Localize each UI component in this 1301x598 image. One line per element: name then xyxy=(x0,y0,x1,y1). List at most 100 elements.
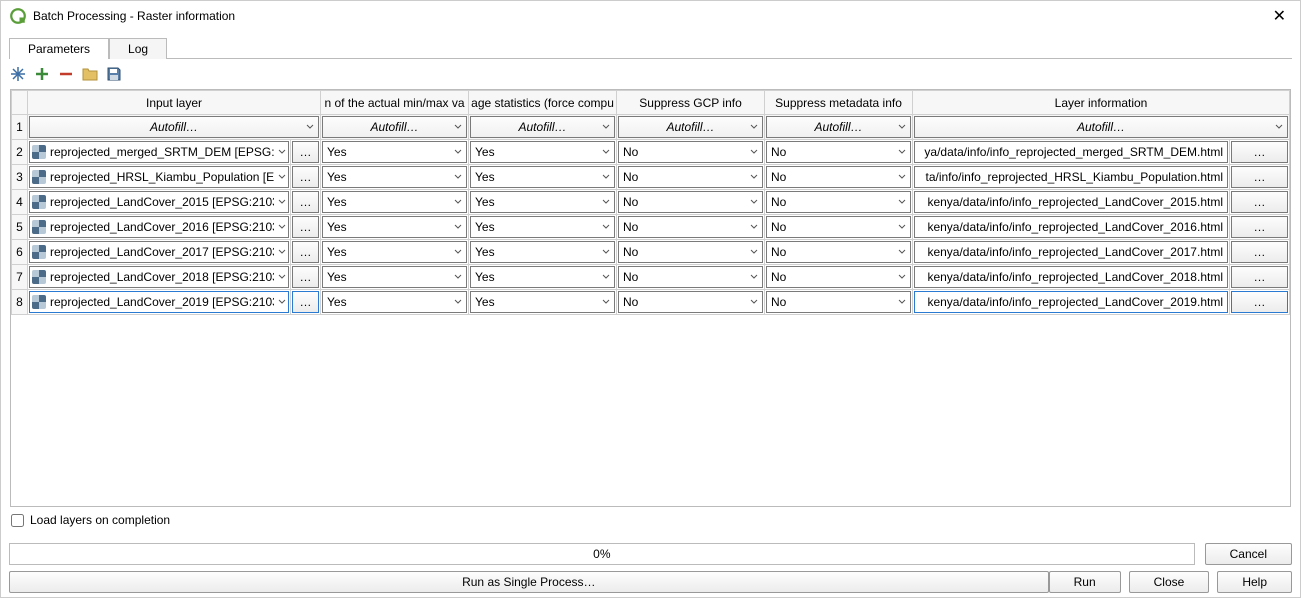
gcp-select[interactable]: No xyxy=(618,141,763,163)
input-layer-browse[interactable]: … xyxy=(292,241,319,263)
meta-select[interactable]: No xyxy=(766,291,911,313)
input-layer-text: reprojected_LandCover_2019 [EPSG:2103 xyxy=(50,295,274,309)
row-number: 6 xyxy=(12,240,28,265)
run-single-button[interactable]: Run as Single Process… xyxy=(9,571,1049,593)
autofill-minmax[interactable]: Autofill… xyxy=(322,116,467,138)
autofill-gcp[interactable]: Autofill… xyxy=(618,116,763,138)
autofill-input[interactable]: Autofill… xyxy=(29,116,319,138)
load-layers-checkbox[interactable] xyxy=(11,514,24,527)
input-layer-browse[interactable]: … xyxy=(292,166,319,188)
minmax-select[interactable]: Yes xyxy=(322,241,467,263)
minmax-select[interactable]: Yes xyxy=(322,291,467,313)
cancel-button[interactable]: Cancel xyxy=(1205,543,1292,565)
footer: 0% Cancel Run as Single Process… Run Clo… xyxy=(1,539,1300,597)
meta-select[interactable]: No xyxy=(766,241,911,263)
header-meta[interactable]: Suppress metadata info xyxy=(765,91,913,115)
open-file-icon[interactable] xyxy=(81,65,99,83)
input-layer-text: reprojected_HRSL_Kiambu_Population [E xyxy=(50,170,274,184)
header-input[interactable]: Input layer xyxy=(28,91,321,115)
tab-log[interactable]: Log xyxy=(109,38,167,59)
raster-layer-icon xyxy=(32,220,46,234)
stats-select[interactable]: Yes xyxy=(470,266,615,288)
meta-select[interactable]: No xyxy=(766,191,911,213)
input-layer-browse[interactable]: … xyxy=(292,141,319,163)
output-path-field[interactable]: kenya/data/info/info_reprojected_LandCov… xyxy=(914,291,1228,313)
minmax-select[interactable]: Yes xyxy=(322,191,467,213)
output-path-field[interactable]: kenya/data/info/info_reprojected_LandCov… xyxy=(914,241,1228,263)
input-layer-select[interactable]: reprojected_merged_SRTM_DEM [EPSG:2 xyxy=(29,141,289,163)
gcp-select[interactable]: No xyxy=(618,266,763,288)
toolbar xyxy=(9,63,1292,89)
stats-select[interactable]: Yes xyxy=(470,291,615,313)
header-minmax[interactable]: n of the actual min/max va xyxy=(321,91,469,115)
input-layer-text: reprojected_LandCover_2018 [EPSG:2103 xyxy=(50,270,274,284)
save-icon[interactable] xyxy=(105,65,123,83)
advanced-options-icon[interactable] xyxy=(9,65,27,83)
autofill-row: 1 Autofill… Autofill… Autofill… Autofill… xyxy=(12,115,1290,140)
output-path-field[interactable]: kenya/data/info/info_reprojected_LandCov… xyxy=(914,216,1228,238)
gcp-select[interactable]: No xyxy=(618,241,763,263)
output-path-browse[interactable]: … xyxy=(1231,191,1288,213)
header-gcp[interactable]: Suppress GCP info xyxy=(617,91,765,115)
minmax-select[interactable]: Yes xyxy=(322,266,467,288)
gcp-select[interactable]: No xyxy=(618,166,763,188)
output-path-browse[interactable]: … xyxy=(1231,266,1288,288)
stats-select[interactable]: Yes xyxy=(470,241,615,263)
output-path-browse[interactable]: … xyxy=(1231,291,1288,313)
autofill-info[interactable]: Autofill… xyxy=(914,116,1288,138)
tab-parameters[interactable]: Parameters xyxy=(9,38,109,59)
output-path-field[interactable]: ta/info/info_reprojected_HRSL_Kiambu_Pop… xyxy=(914,166,1228,188)
close-icon[interactable]: ✕ xyxy=(1267,6,1292,26)
row-number: 8 xyxy=(12,290,28,315)
minmax-select[interactable]: Yes xyxy=(322,166,467,188)
output-path-field[interactable]: kenya/data/info/info_reprojected_LandCov… xyxy=(914,266,1228,288)
input-layer-select[interactable]: reprojected_LandCover_2015 [EPSG:2103 xyxy=(29,191,289,213)
input-layer-browse[interactable]: … xyxy=(292,291,319,313)
raster-layer-icon xyxy=(32,295,46,309)
run-button[interactable]: Run xyxy=(1049,571,1121,593)
batch-table: Input layer n of the actual min/max va a… xyxy=(10,89,1291,507)
gcp-select[interactable]: No xyxy=(618,191,763,213)
stats-select[interactable]: Yes xyxy=(470,166,615,188)
output-path-browse[interactable]: … xyxy=(1231,141,1288,163)
output-path-field[interactable]: kenya/data/info/info_reprojected_LandCov… xyxy=(914,191,1228,213)
meta-select[interactable]: No xyxy=(766,141,911,163)
stats-select[interactable]: Yes xyxy=(470,216,615,238)
gcp-select[interactable]: No xyxy=(618,291,763,313)
input-layer-select[interactable]: reprojected_LandCover_2018 [EPSG:2103 xyxy=(29,266,289,288)
input-layer-browse[interactable]: … xyxy=(292,191,319,213)
raster-layer-icon xyxy=(32,195,46,209)
meta-select[interactable]: No xyxy=(766,166,911,188)
autofill-stats[interactable]: Autofill… xyxy=(470,116,615,138)
table-row: 3reprojected_HRSL_Kiambu_Population [E…Y… xyxy=(12,165,1290,190)
close-button[interactable]: Close xyxy=(1129,571,1210,593)
load-layers-label: Load layers on completion xyxy=(30,513,170,527)
output-path-field[interactable]: ya/data/info/info_reprojected_merged_SRT… xyxy=(914,141,1228,163)
stats-select[interactable]: Yes xyxy=(470,141,615,163)
meta-select[interactable]: No xyxy=(766,266,911,288)
add-row-icon[interactable] xyxy=(33,65,51,83)
input-layer-select[interactable]: reprojected_LandCover_2016 [EPSG:2103 xyxy=(29,216,289,238)
input-layer-text: reprojected_LandCover_2017 [EPSG:2103 xyxy=(50,245,274,259)
stats-select[interactable]: Yes xyxy=(470,191,615,213)
remove-row-icon[interactable] xyxy=(57,65,75,83)
input-layer-text: reprojected_merged_SRTM_DEM [EPSG:2 xyxy=(50,145,274,159)
header-info[interactable]: Layer information xyxy=(913,91,1290,115)
input-layer-select[interactable]: reprojected_HRSL_Kiambu_Population [E xyxy=(29,166,289,188)
output-path-browse[interactable]: … xyxy=(1231,241,1288,263)
output-path-browse[interactable]: … xyxy=(1231,166,1288,188)
meta-select[interactable]: No xyxy=(766,216,911,238)
gcp-select[interactable]: No xyxy=(618,216,763,238)
input-layer-browse[interactable]: … xyxy=(292,266,319,288)
output-path-browse[interactable]: … xyxy=(1231,216,1288,238)
autofill-meta[interactable]: Autofill… xyxy=(766,116,911,138)
help-button[interactable]: Help xyxy=(1217,571,1292,593)
header-row: Input layer n of the actual min/max va a… xyxy=(12,91,1290,115)
header-stats[interactable]: age statistics (force compu xyxy=(469,91,617,115)
raster-layer-icon xyxy=(32,245,46,259)
input-layer-select[interactable]: reprojected_LandCover_2017 [EPSG:2103 xyxy=(29,241,289,263)
input-layer-browse[interactable]: … xyxy=(292,216,319,238)
input-layer-select[interactable]: reprojected_LandCover_2019 [EPSG:2103 xyxy=(29,291,289,313)
minmax-select[interactable]: Yes xyxy=(322,216,467,238)
minmax-select[interactable]: Yes xyxy=(322,141,467,163)
